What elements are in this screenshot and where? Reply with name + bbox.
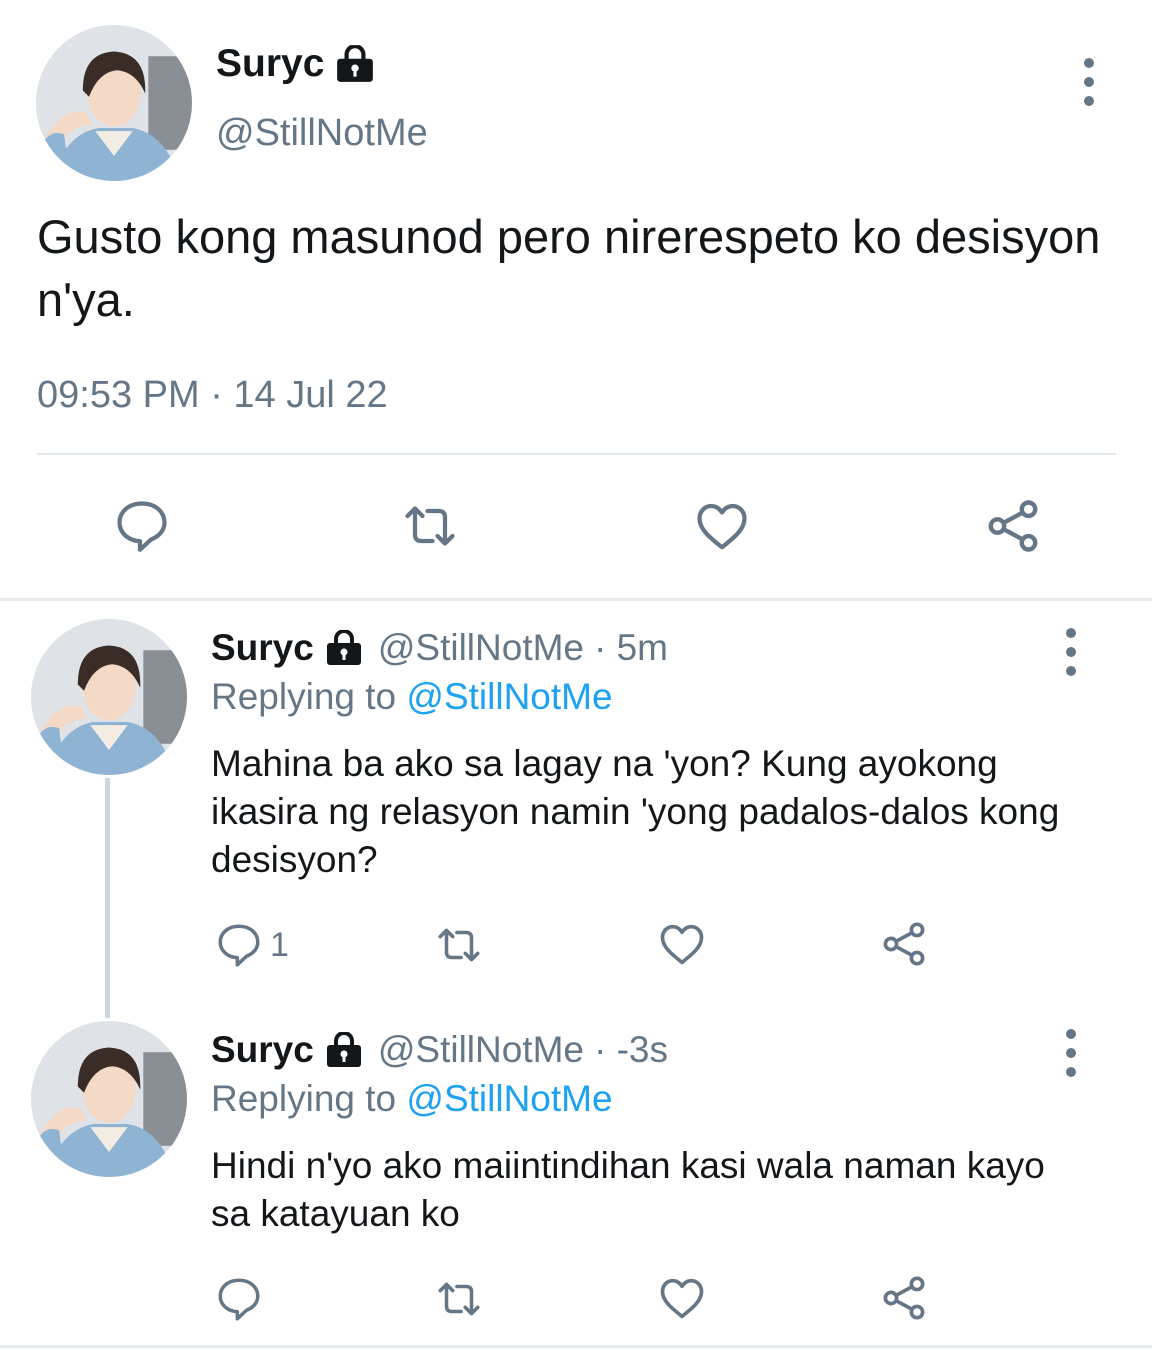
more-vertical-icon[interactable] xyxy=(1064,628,1078,676)
author-name[interactable]: Suryc xyxy=(211,627,314,669)
reply-text: Hindi n'yo ako maiintindihan kasi wala n… xyxy=(211,1145,1045,1234)
replying-mention[interactable]: @StillNotMe xyxy=(406,676,612,717)
avatar[interactable] xyxy=(36,25,192,181)
share-button[interactable] xyxy=(878,916,930,972)
retweet-icon xyxy=(430,920,488,970)
reply-icon xyxy=(112,496,172,556)
share-icon xyxy=(878,1270,930,1326)
divider xyxy=(37,453,1116,455)
replying-prefix: Replying to xyxy=(211,1078,397,1119)
author-name[interactable]: Suryc xyxy=(216,42,324,86)
share-button[interactable] xyxy=(878,1270,930,1326)
reply-time: · -3s xyxy=(594,1029,668,1070)
reply-time: · 5m xyxy=(594,627,668,668)
reply-icon xyxy=(214,1274,264,1324)
retweet-icon xyxy=(430,1274,488,1324)
lock-icon xyxy=(324,1032,364,1068)
reply-header: Suryc @StillNotMe · 5m xyxy=(211,627,668,669)
like-button[interactable] xyxy=(691,496,753,556)
share-icon xyxy=(982,494,1044,558)
replying-mention[interactable]: @StillNotMe xyxy=(406,1078,612,1119)
like-icon xyxy=(691,496,753,556)
lock-icon xyxy=(334,45,376,83)
tweet-text: Gusto kong masunod pero nirerespeto ko d… xyxy=(37,210,1101,326)
like-button[interactable] xyxy=(656,1272,708,1324)
lock-icon xyxy=(324,630,364,666)
author-handle[interactable]: @StillNotMe xyxy=(378,1029,584,1071)
reply-count: 1 xyxy=(270,925,289,964)
thread-line xyxy=(105,778,110,1018)
author-handle[interactable]: @StillNotMe xyxy=(378,627,584,669)
reply-text: Mahina ba ako sa lagay na 'yon? Kung ayo… xyxy=(211,743,1060,880)
like-icon xyxy=(656,1272,708,1324)
reply-button[interactable]: 1 xyxy=(214,920,289,970)
author-handle[interactable]: @StillNotMe xyxy=(216,112,428,155)
replying-prefix: Replying to xyxy=(211,676,397,717)
retweet-button[interactable] xyxy=(430,920,488,970)
retweet-button[interactable] xyxy=(430,1274,488,1324)
avatar[interactable] xyxy=(31,619,187,775)
reply-button[interactable] xyxy=(214,1274,264,1324)
avatar[interactable] xyxy=(31,1021,187,1177)
like-icon xyxy=(656,918,708,970)
retweet-icon xyxy=(396,496,464,556)
replying-to: Replying to @StillNotMe xyxy=(211,676,613,718)
reply-button[interactable] xyxy=(112,496,172,556)
section-divider xyxy=(0,1345,1152,1348)
section-divider xyxy=(0,598,1152,601)
author-name[interactable]: Suryc xyxy=(211,1029,314,1071)
tweet-timestamp[interactable]: 09:53 PM · 14 Jul 22 xyxy=(37,374,388,417)
author-row: Suryc xyxy=(216,42,376,86)
replying-to: Replying to @StillNotMe xyxy=(211,1078,613,1120)
retweet-button[interactable] xyxy=(396,496,464,556)
more-vertical-icon[interactable] xyxy=(1082,58,1096,106)
reply-header: Suryc @StillNotMe · -3s xyxy=(211,1029,668,1071)
share-button[interactable] xyxy=(982,494,1044,558)
like-button[interactable] xyxy=(656,918,708,970)
reply-icon xyxy=(214,920,264,970)
share-icon xyxy=(878,916,930,972)
more-vertical-icon[interactable] xyxy=(1064,1029,1078,1077)
